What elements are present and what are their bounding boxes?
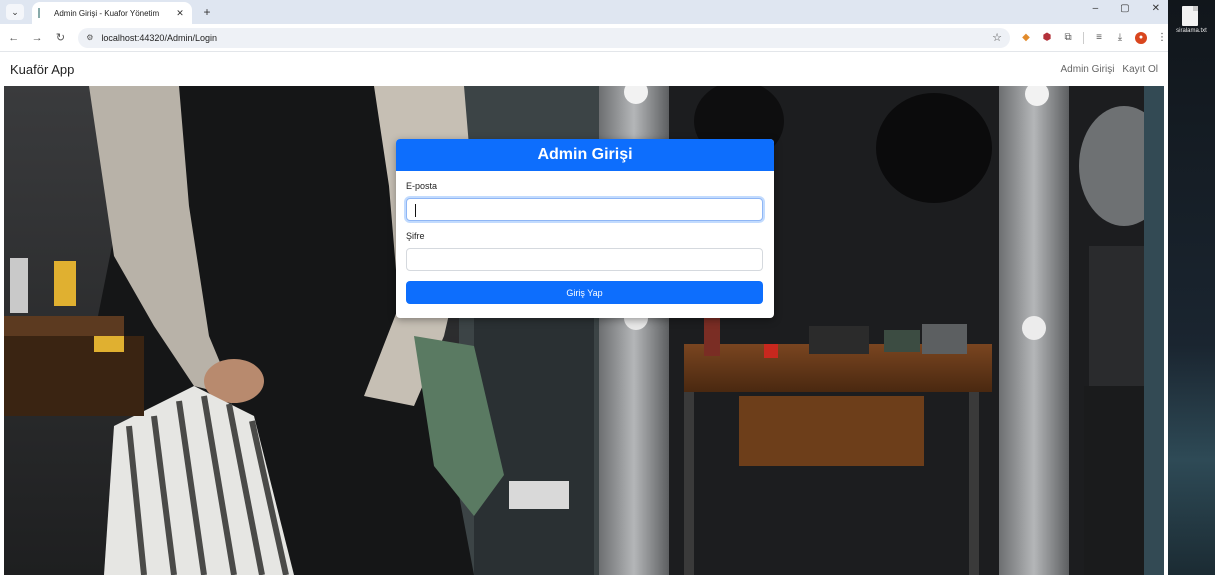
reload-icon[interactable]: ↻ [51,31,70,44]
site-info-icon[interactable]: ⚙ [86,33,93,42]
app-navbar: Kuaför App Admin Girişi Kayıt Ol [0,52,1168,86]
browser-toolbar: ← → ↻ ⚙ localhost:44320/Admin/Login ☆ ◆ … [0,24,1168,52]
desktop-background: siralama.txt [1168,0,1215,575]
tab-favicon-icon [38,8,48,18]
extension-icon[interactable]: ◆ [1020,32,1032,44]
tab-close-icon[interactable]: ✕ [174,8,186,19]
tab-title: Admin Girişi - Kuafor Yönetim [54,8,160,18]
url-text[interactable]: localhost:44320/Admin/Login [101,33,992,43]
forward-icon[interactable]: → [27,32,46,44]
restore-button[interactable]: ▢ [1120,3,1129,14]
browser-window: ⌄ Admin Girişi - Kuafor Yönetim ✕ + – ▢ … [0,0,1168,575]
tab-search-button[interactable]: ⌄ [6,4,24,20]
nav-register-link[interactable]: Kayıt Ol [1122,64,1158,75]
nav-links: Admin Girişi Kayıt Ol [1061,64,1158,75]
extensions-puzzle-icon[interactable]: ⧉ [1062,32,1074,44]
desktop-file-label[interactable]: siralama.txt [1168,28,1215,34]
text-file-icon[interactable] [1182,6,1198,26]
brand-link[interactable]: Kuaför App [10,62,74,77]
reading-list-icon[interactable]: ≡ [1093,32,1105,44]
login-form: E-posta Şifre Giriş Yap [396,171,774,304]
window-controls: – ▢ ✕ [1093,3,1160,14]
toolbar-divider [1083,31,1085,44]
minimize-button[interactable]: – [1093,3,1099,14]
bookmark-star-icon[interactable]: ☆ [992,31,1002,44]
password-field[interactable] [406,248,763,271]
extension-shield-icon[interactable]: ⬢ [1041,32,1053,44]
email-field[interactable] [406,198,763,221]
login-title: Admin Girişi [396,139,774,171]
browser-tab[interactable]: Admin Girişi - Kuafor Yönetim ✕ [32,2,192,24]
email-label: E-posta [406,181,438,191]
password-label: Şifre [406,231,425,241]
back-icon[interactable]: ← [4,32,23,44]
close-window-button[interactable]: ✕ [1152,3,1160,14]
nav-admin-login-link[interactable]: Admin Girişi [1061,64,1115,75]
browser-menu-icon[interactable]: ⋮ [1156,32,1168,44]
address-bar[interactable]: ⚙ localhost:44320/Admin/Login ☆ [78,27,1011,48]
login-card: Admin Girişi E-posta Şifre Giriş Yap [396,139,774,318]
downloads-icon[interactable]: ⤓ [1114,32,1126,44]
new-tab-button[interactable]: + [200,5,214,19]
extensions-area: ◆ ⬢ ⧉ ≡ ⤓ ● ⋮ [1020,31,1168,44]
login-submit-button[interactable]: Giriş Yap [406,281,763,304]
text-caret [415,204,416,217]
profile-avatar-icon[interactable]: ● [1135,31,1148,44]
tab-strip: ⌄ Admin Girişi - Kuafor Yönetim ✕ + – ▢ … [0,0,1168,24]
